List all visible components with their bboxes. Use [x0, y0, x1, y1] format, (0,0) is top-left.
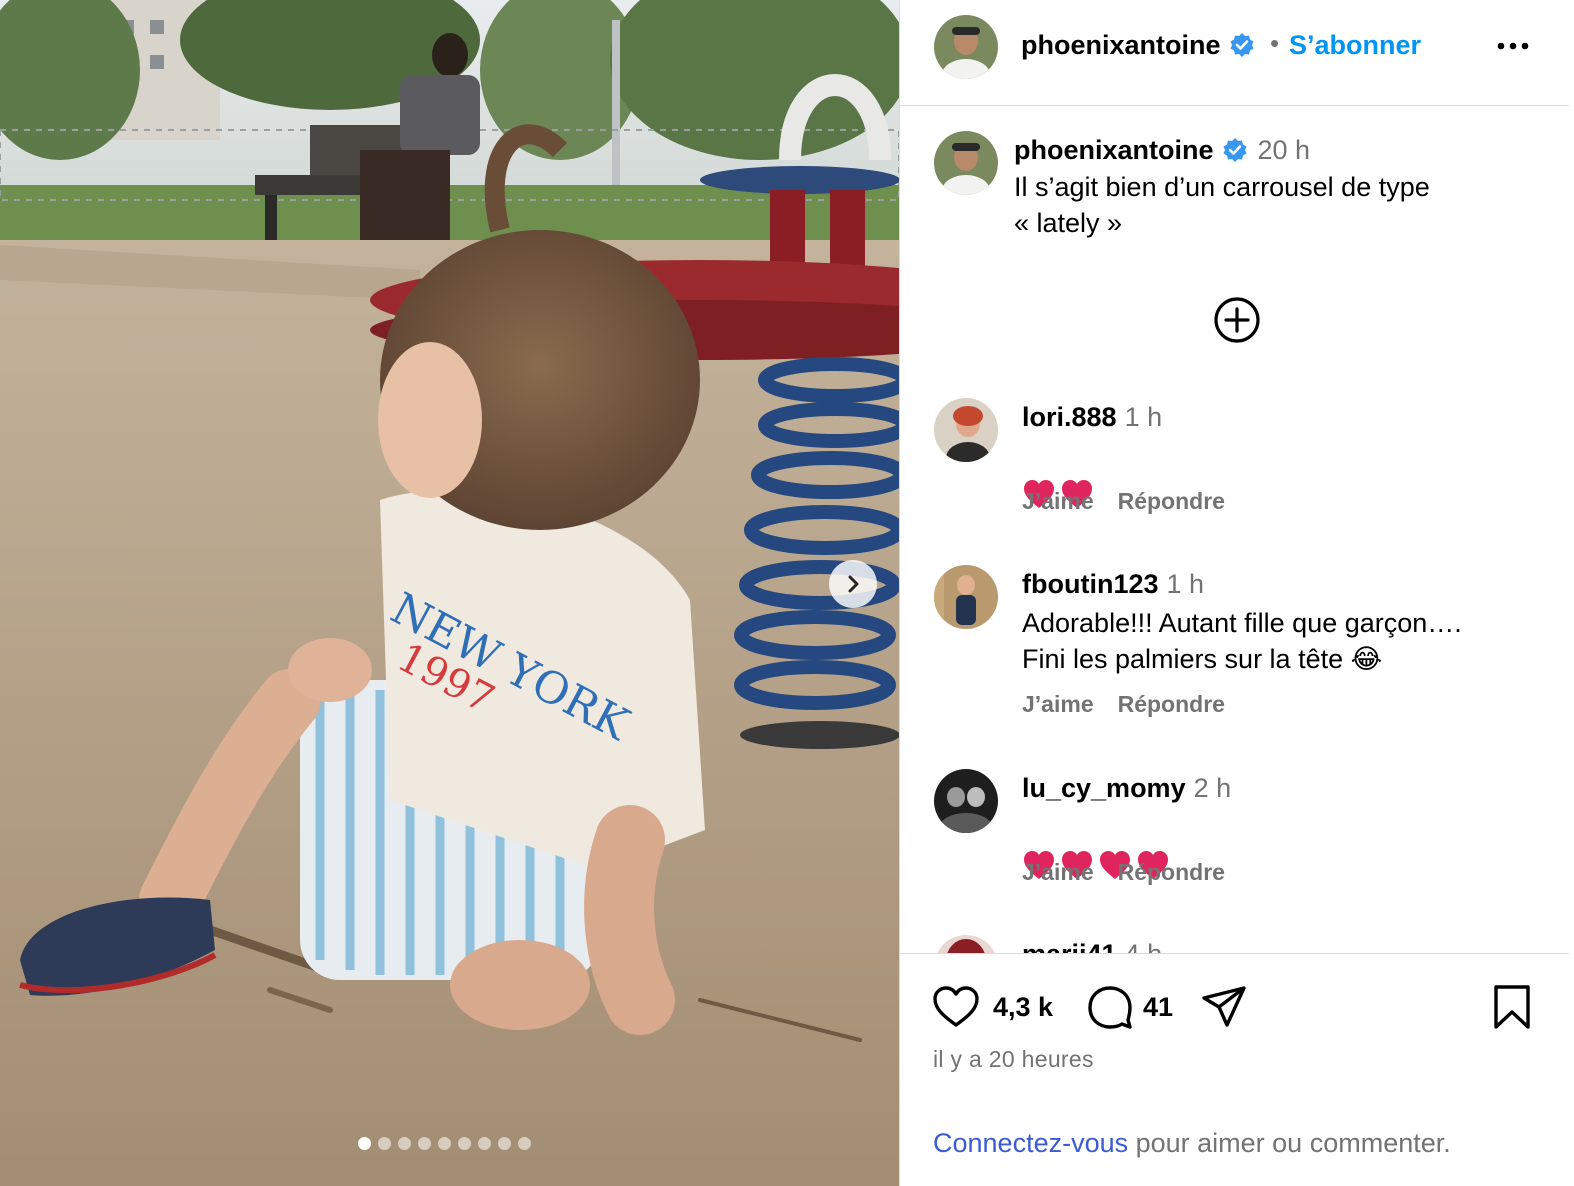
- carousel-dot: [478, 1137, 491, 1150]
- avatar-image: [934, 565, 998, 629]
- author-username-text[interactable]: phoenixantoine: [1021, 30, 1221, 60]
- carousel-dot: [358, 1137, 371, 1150]
- comments-count: 41: [1143, 992, 1174, 1022]
- caption-line: « lately »: [1014, 208, 1123, 238]
- verified-badge-icon: [1230, 33, 1254, 57]
- commenter-avatar[interactable]: [934, 935, 998, 953]
- comment-actions: J’aime Répondre: [1022, 488, 1225, 515]
- comment-text: Adorable!!! Autant fille que garçon…. Fi…: [1022, 608, 1462, 674]
- comment-like-button[interactable]: J’aime: [1022, 488, 1094, 515]
- carousel-indicator: [358, 1137, 531, 1150]
- login-prompt-text: pour aimer ou commenter.: [1128, 1128, 1451, 1158]
- comment-username-text[interactable]: lu_cy_momy: [1022, 773, 1186, 803]
- commenter-avatar[interactable]: [934, 398, 998, 462]
- chevron-right-icon: [848, 575, 859, 593]
- comment-username[interactable]: lu_cy_momy 2 h: [1022, 773, 1231, 804]
- verified-badge-icon: [1223, 138, 1247, 162]
- carousel-dot: [458, 1137, 471, 1150]
- author-avatar[interactable]: [934, 15, 998, 79]
- login-prompt: Connectez-vous pour aimer ou commenter.: [933, 1128, 1451, 1159]
- comment-actions: J’aime Répondre: [1022, 691, 1225, 718]
- caption-time: 20 h: [1257, 135, 1311, 165]
- bookmark-icon[interactable]: [1492, 984, 1532, 1030]
- post-photo: NEW YORK 1997: [0, 0, 899, 1186]
- likes-count[interactable]: 4,3 k: [993, 992, 1053, 1023]
- avatar-image: [934, 398, 998, 462]
- follow-button[interactable]: S’abonner: [1289, 30, 1421, 61]
- avatar-image: [934, 935, 998, 953]
- heart-icon[interactable]: [932, 984, 980, 1030]
- carousel-dot: [498, 1137, 511, 1150]
- more-horizontal-icon[interactable]: [1495, 32, 1531, 60]
- comment-reply-button[interactable]: Répondre: [1118, 488, 1225, 515]
- comment-username[interactable]: marii41 4 h: [1022, 939, 1162, 953]
- avatar-image: [934, 131, 998, 195]
- post-media[interactable]: NEW YORK 1997: [0, 0, 899, 1186]
- next-slide-button[interactable]: [829, 560, 877, 608]
- comment-icon[interactable]: [1086, 984, 1134, 1030]
- comment-like-button[interactable]: J’aime: [1022, 859, 1094, 886]
- post-sidebar: phoenixantoine • S’abonner phoenixantoin…: [899, 0, 1574, 1186]
- carousel-dot: [438, 1137, 451, 1150]
- caption-author-avatar[interactable]: [934, 131, 998, 195]
- share-icon[interactable]: [1200, 984, 1248, 1030]
- commenter-avatar[interactable]: [934, 565, 998, 629]
- header-separator: •: [1270, 28, 1280, 58]
- post-timestamp[interactable]: il y a 20 heures: [933, 1046, 1094, 1073]
- comment-like-button[interactable]: J’aime: [1022, 691, 1094, 718]
- post-header: phoenixantoine • S’abonner: [900, 0, 1569, 106]
- post-actions-footer: 4,3 k 41 il y a 20 heures Connectez-vous…: [900, 953, 1569, 1186]
- caption-line: Il s’agit bien d’un carrousel de type: [1014, 172, 1430, 202]
- commenter-avatar[interactable]: [934, 769, 998, 833]
- comment-time: 2 h: [1193, 773, 1232, 803]
- comment-username-text[interactable]: fboutin123: [1022, 569, 1159, 599]
- comment-time: 1 h: [1166, 569, 1205, 599]
- author-username[interactable]: phoenixantoine: [1021, 30, 1255, 61]
- caption-username: phoenixantoine 20 h: [1014, 135, 1310, 166]
- comment-time: 4 h: [1125, 939, 1163, 953]
- comment-reply-button[interactable]: Répondre: [1118, 859, 1225, 886]
- caption-username-text[interactable]: phoenixantoine: [1014, 135, 1214, 165]
- comment-actions: J’aime Répondre: [1022, 859, 1225, 886]
- comment-username-text[interactable]: marii41: [1022, 939, 1117, 953]
- avatar-image: [934, 15, 998, 79]
- comments-area[interactable]: phoenixantoine 20 h Il s’agit bien d’un …: [900, 107, 1569, 953]
- carousel-dot: [518, 1137, 531, 1150]
- comment-username-text[interactable]: lori.888: [1022, 402, 1117, 432]
- carousel-dot: [418, 1137, 431, 1150]
- caption-text: Il s’agit bien d’un carrousel de type « …: [1014, 169, 1534, 241]
- comment-username[interactable]: fboutin123 1 h: [1022, 569, 1204, 600]
- comment-time: 1 h: [1124, 402, 1163, 432]
- load-more-comments-icon[interactable]: [1213, 296, 1261, 344]
- carousel-dot: [378, 1137, 391, 1150]
- comment-username[interactable]: lori.888 1 h: [1022, 402, 1162, 433]
- login-link[interactable]: Connectez-vous: [933, 1128, 1128, 1158]
- comment-reply-button[interactable]: Répondre: [1118, 691, 1225, 718]
- avatar-image: [934, 769, 998, 833]
- carousel-dot: [398, 1137, 411, 1150]
